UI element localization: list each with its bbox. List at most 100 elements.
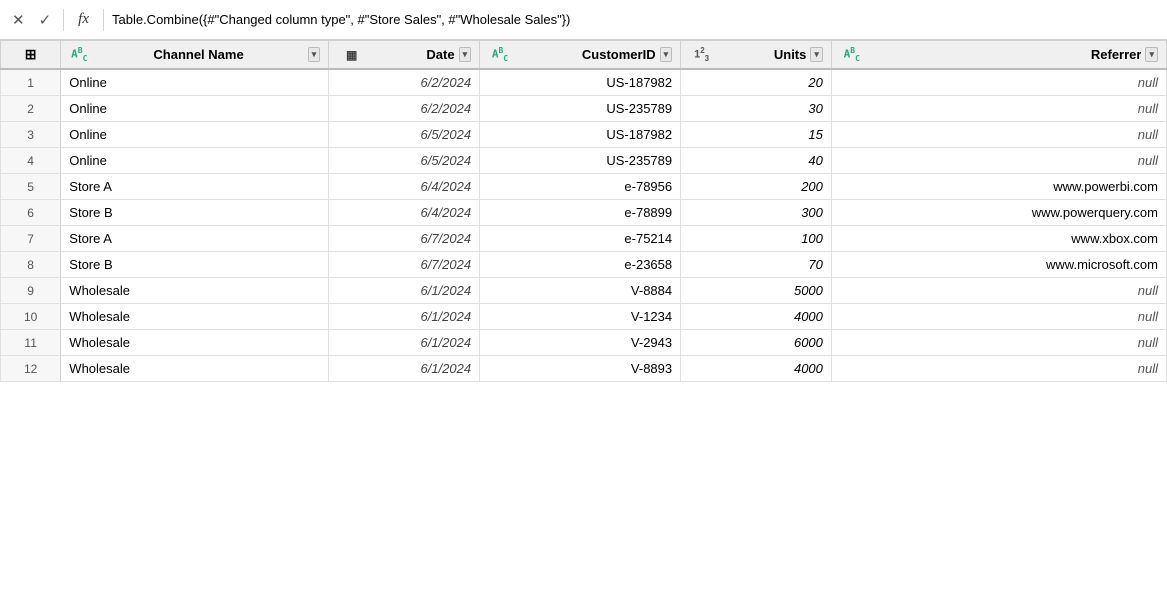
- cell-date: 6/1/2024: [329, 278, 480, 304]
- cell-customerid: US-187982: [480, 122, 681, 148]
- null-value: null: [1138, 101, 1158, 116]
- cell-units: 4000: [681, 356, 832, 382]
- table-row: 11Wholesale6/1/2024V-29436000 null: [1, 330, 1167, 356]
- cell-channel: Wholesale: [61, 304, 329, 330]
- row-number: 3: [1, 122, 61, 148]
- cell-date: 6/7/2024: [329, 226, 480, 252]
- cell-units: 300: [681, 200, 832, 226]
- formula-bar-actions: ✕ ✓: [8, 9, 55, 31]
- cell-units: 6000: [681, 330, 832, 356]
- cell-units: 15: [681, 122, 832, 148]
- table-header: ⊞ ABC Channel Name ▾ ▦ Date ▾: [1, 41, 1167, 70]
- cell-customerid: V-2943: [480, 330, 681, 356]
- cell-referrer: www.microsoft.com: [831, 252, 1166, 278]
- col-type-icon-date: ▦: [337, 48, 357, 62]
- col-filter-channel[interactable]: ▾: [308, 47, 321, 62]
- cell-channel: Store B: [61, 200, 329, 226]
- col-label-units: Units: [713, 47, 806, 62]
- cell-date: 6/2/2024: [329, 69, 480, 96]
- row-number: 8: [1, 252, 61, 278]
- col-filter-date[interactable]: ▾: [459, 47, 472, 62]
- null-value: null: [1138, 309, 1158, 324]
- cell-customerid: V-1234: [480, 304, 681, 330]
- cell-channel: Wholesale: [61, 278, 329, 304]
- cell-date: 6/4/2024: [329, 200, 480, 226]
- check-icon[interactable]: ✓: [35, 9, 56, 31]
- cell-referrer: www.powerquery.com: [831, 200, 1166, 226]
- divider: [63, 9, 64, 31]
- col-filter-referrer[interactable]: ▾: [1145, 47, 1158, 62]
- cell-date: 6/2/2024: [329, 96, 480, 122]
- col-type-icon-units: 123: [689, 46, 709, 63]
- null-value: null: [1138, 127, 1158, 142]
- null-value: null: [1138, 75, 1158, 90]
- cell-customerid: e-23658: [480, 252, 681, 278]
- col-header-customerid: ABC CustomerID ▾: [480, 41, 681, 70]
- row-number: 1: [1, 69, 61, 96]
- col-type-icon-channel: ABC: [69, 46, 89, 63]
- cell-units: 200: [681, 174, 832, 200]
- table-row: 8Store B6/7/2024e-2365870www.microsoft.c…: [1, 252, 1167, 278]
- table-row: 3Online6/5/2024US-18798215 null: [1, 122, 1167, 148]
- table-row: 4Online6/5/2024US-23578940null: [1, 148, 1167, 174]
- cell-date: 6/5/2024: [329, 122, 480, 148]
- table-row: 9Wholesale6/1/2024V-88845000null: [1, 278, 1167, 304]
- cell-channel: Wholesale: [61, 356, 329, 382]
- row-number: 12: [1, 356, 61, 382]
- table-body: 1Online6/2/2024US-18798220null2Online6/2…: [1, 69, 1167, 382]
- table-row: 1Online6/2/2024US-18798220null: [1, 69, 1167, 96]
- col-type-icon-customerid: ABC: [488, 46, 508, 63]
- data-table: ⊞ ABC Channel Name ▾ ▦ Date ▾: [0, 40, 1167, 382]
- cell-channel: Store A: [61, 226, 329, 252]
- cell-date: 6/4/2024: [329, 174, 480, 200]
- cell-channel: Online: [61, 148, 329, 174]
- cell-customerid: V-8893: [480, 356, 681, 382]
- col-type-icon-referrer: ABC: [840, 46, 860, 63]
- col-label-referrer: Referrer: [864, 47, 1142, 62]
- row-number: 10: [1, 304, 61, 330]
- row-number: 4: [1, 148, 61, 174]
- row-number: 11: [1, 330, 61, 356]
- cell-channel: Store A: [61, 174, 329, 200]
- cell-referrer: null: [831, 278, 1166, 304]
- table-row: 10Wholesale6/1/2024V-12344000null: [1, 304, 1167, 330]
- divider2: [103, 9, 104, 31]
- col-label-customerid: CustomerID: [512, 47, 656, 62]
- cell-referrer: null: [831, 356, 1166, 382]
- cell-date: 6/1/2024: [329, 330, 480, 356]
- cell-channel: Store B: [61, 252, 329, 278]
- null-value: null: [1138, 153, 1158, 168]
- row-num-header: ⊞: [1, 41, 61, 70]
- table-row: 5Store A6/4/2024e-78956200www.powerbi.co…: [1, 174, 1167, 200]
- col-label-date: Date: [361, 47, 454, 62]
- formula-input[interactable]: [112, 12, 1159, 27]
- cell-customerid: US-235789: [480, 96, 681, 122]
- col-filter-units[interactable]: ▾: [810, 47, 823, 62]
- cell-date: 6/1/2024: [329, 356, 480, 382]
- cell-units: 40: [681, 148, 832, 174]
- cell-units: 5000: [681, 278, 832, 304]
- cell-units: 4000: [681, 304, 832, 330]
- cell-referrer: null: [831, 330, 1166, 356]
- col-label-channel: Channel Name: [93, 47, 304, 62]
- col-header-referrer: ABC Referrer ▾: [831, 41, 1166, 70]
- cell-date: 6/7/2024: [329, 252, 480, 278]
- cell-customerid: e-78899: [480, 200, 681, 226]
- col-header-date: ▦ Date ▾: [329, 41, 480, 70]
- cell-channel: Wholesale: [61, 330, 329, 356]
- cell-referrer: www.xbox.com: [831, 226, 1166, 252]
- col-header-channel: ABC Channel Name ▾: [61, 41, 329, 70]
- row-number: 9: [1, 278, 61, 304]
- null-value: null: [1138, 335, 1158, 350]
- row-number: 5: [1, 174, 61, 200]
- cell-units: 20: [681, 69, 832, 96]
- cell-referrer: null: [831, 96, 1166, 122]
- close-icon[interactable]: ✕: [8, 9, 29, 31]
- formula-bar: ✕ ✓ fx: [0, 0, 1167, 40]
- fx-label: fx: [72, 11, 95, 28]
- col-filter-customerid[interactable]: ▾: [660, 47, 673, 62]
- cell-customerid: US-235789: [480, 148, 681, 174]
- null-value: null: [1138, 283, 1158, 298]
- cell-channel: Online: [61, 122, 329, 148]
- cell-referrer: www.powerbi.com: [831, 174, 1166, 200]
